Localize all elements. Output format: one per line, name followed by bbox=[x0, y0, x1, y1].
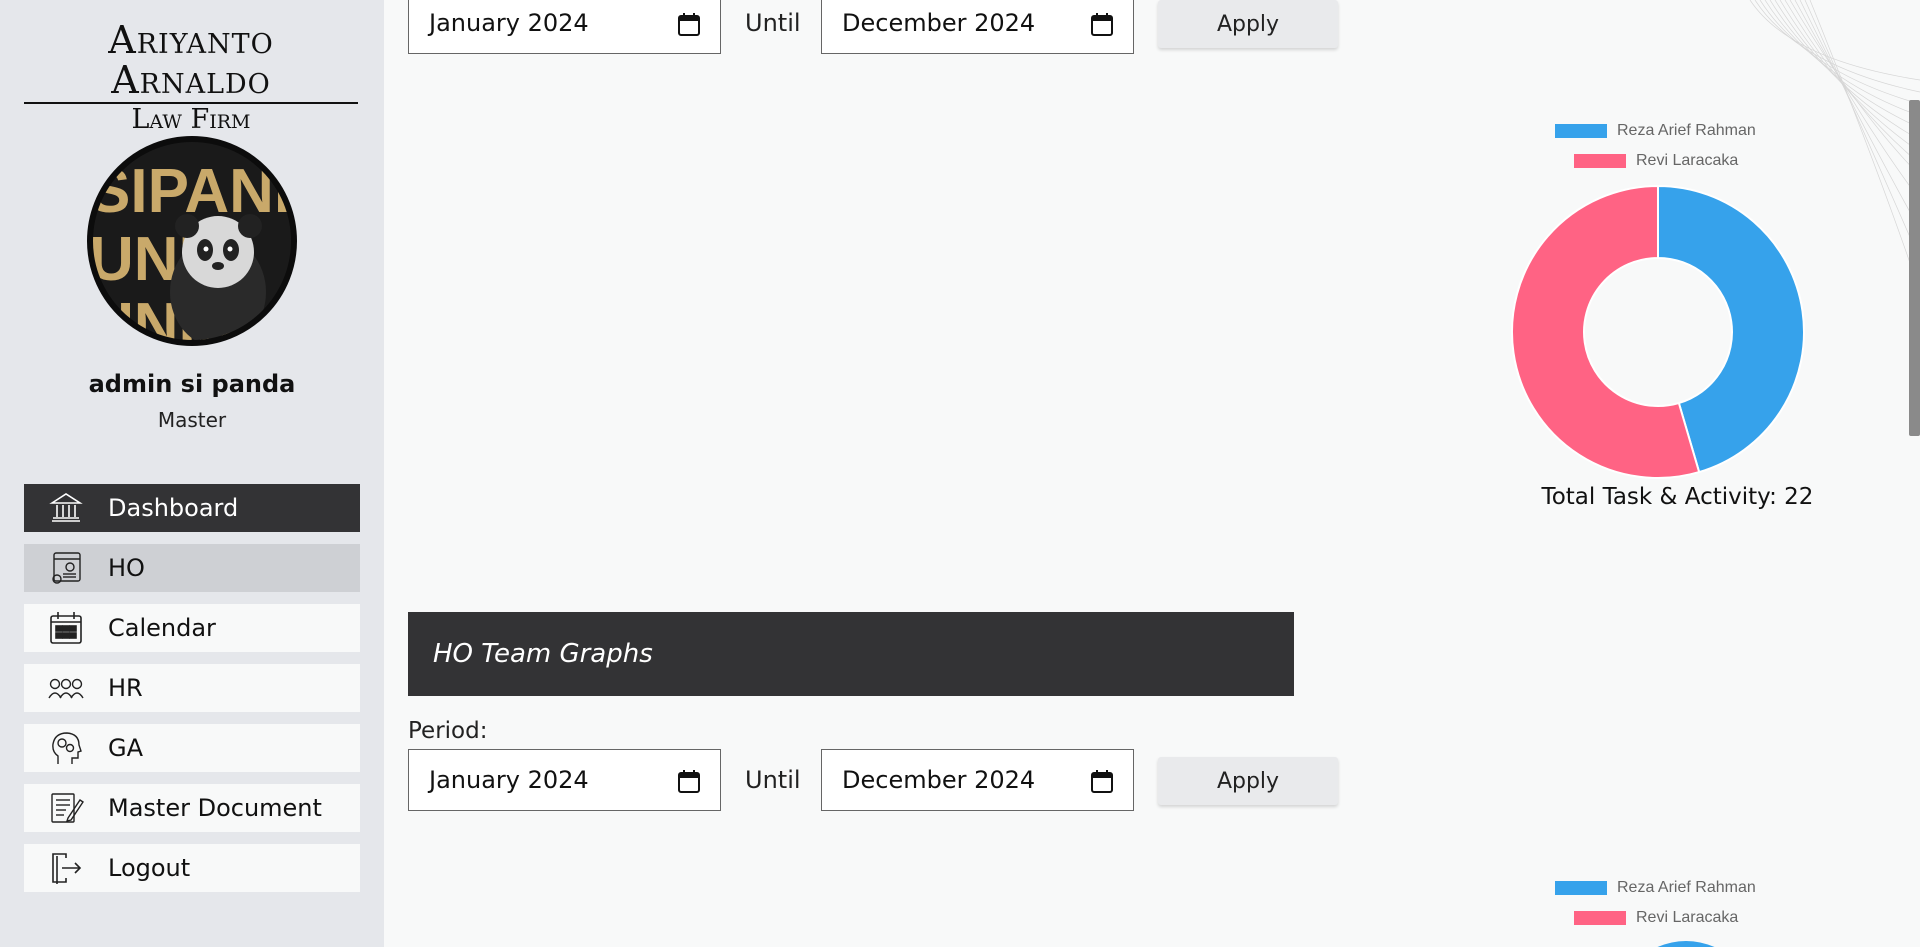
web-settings-icon bbox=[46, 548, 86, 588]
end-date-input-2[interactable]: December 2024 bbox=[821, 749, 1134, 811]
legend-swatch bbox=[1574, 911, 1626, 925]
start-date-value: January 2024 bbox=[429, 766, 589, 794]
sidebar-item-logout[interactable]: Logout bbox=[24, 844, 360, 892]
legend-swatch bbox=[1555, 881, 1607, 895]
section-header: HO Team Graphs bbox=[408, 612, 1294, 696]
sidebar-item-label: Calendar bbox=[108, 614, 216, 642]
section-title: HO Team Graphs bbox=[433, 639, 653, 669]
sidebar-item-ga[interactable]: GA bbox=[24, 724, 360, 772]
logout-icon bbox=[46, 848, 86, 888]
legend-label: Reza Arief Rahman bbox=[1617, 122, 1756, 139]
firm-subtitle: Law Firm bbox=[131, 104, 251, 135]
apply-button[interactable]: Apply bbox=[1158, 0, 1338, 48]
donut-chart bbox=[1511, 184, 1805, 479]
sidebar-item-label: HO bbox=[108, 554, 145, 582]
calendar-picker-icon[interactable] bbox=[1091, 769, 1113, 799]
apply-button-2[interactable]: Apply bbox=[1158, 757, 1338, 805]
chart-total-label: Total Task & Activity: 22 bbox=[1541, 484, 1814, 510]
sidebar-item-master-document[interactable]: Master Document bbox=[24, 784, 360, 832]
end-date-value: December 2024 bbox=[842, 766, 1036, 794]
sidebar-item-hr[interactable]: HR bbox=[24, 664, 360, 712]
avatar: SIPANDA UNIK UNIK bbox=[87, 136, 297, 346]
user-name: admin si panda bbox=[88, 370, 296, 398]
calendar-icon bbox=[46, 608, 86, 648]
start-date-input-2[interactable]: January 2024 bbox=[408, 749, 721, 811]
until-label: Until bbox=[745, 9, 801, 37]
legend-label: Revi Laracaka bbox=[1636, 909, 1739, 926]
calendar-picker-icon[interactable] bbox=[678, 769, 700, 799]
document-edit-icon bbox=[46, 788, 86, 828]
start-date-input[interactable]: January 2024 bbox=[408, 0, 721, 54]
sidebar-item-label: Dashboard bbox=[108, 494, 239, 522]
sidebar-item-label: GA bbox=[108, 734, 144, 762]
sidebar-item-ho[interactable]: HO bbox=[24, 544, 360, 592]
sidebar-item-dashboard[interactable]: Dashboard bbox=[24, 484, 360, 532]
until-label: Until bbox=[745, 766, 801, 794]
end-date-value: December 2024 bbox=[842, 9, 1036, 37]
sidebar-item-label: HR bbox=[108, 674, 143, 702]
donut-chart-2-top bbox=[1657, 941, 1715, 947]
legend-label: Revi Laracaka bbox=[1636, 152, 1739, 169]
legend-swatch bbox=[1574, 154, 1626, 168]
calendar-picker-icon[interactable] bbox=[1091, 12, 1113, 42]
sidebar: Ariyanto Arnaldo Law Firm SIPANDA UNIK U… bbox=[0, 0, 384, 947]
calendar-picker-icon[interactable] bbox=[678, 12, 700, 42]
firm-logo: Ariyanto Arnaldo Law Firm bbox=[24, 20, 358, 136]
team-icon bbox=[46, 668, 86, 708]
firm-name: Ariyanto Arnaldo bbox=[24, 20, 358, 104]
sidebar-item-label: Logout bbox=[108, 854, 191, 882]
period-label: Period: bbox=[408, 718, 488, 744]
legend-swatch bbox=[1555, 124, 1607, 138]
sidebar-item-label: Master Document bbox=[108, 794, 322, 822]
legend-item[interactable]: Revi Laracaka bbox=[1574, 152, 1738, 170]
legend-item[interactable]: Reza Arief Rahman bbox=[1555, 122, 1756, 140]
start-date-value: January 2024 bbox=[429, 9, 589, 37]
legend-item[interactable]: Revi Laracaka bbox=[1574, 909, 1738, 927]
head-gears-icon bbox=[46, 728, 86, 768]
bank-icon bbox=[46, 488, 86, 528]
legend-item[interactable]: Reza Arief Rahman bbox=[1555, 879, 1756, 897]
end-date-input[interactable]: December 2024 bbox=[821, 0, 1134, 54]
user-role: Master bbox=[157, 408, 227, 432]
legend-label: Reza Arief Rahman bbox=[1617, 879, 1756, 896]
scrollbar-thumb[interactable] bbox=[1909, 100, 1920, 436]
sidebar-item-calendar[interactable]: Calendar bbox=[24, 604, 360, 652]
